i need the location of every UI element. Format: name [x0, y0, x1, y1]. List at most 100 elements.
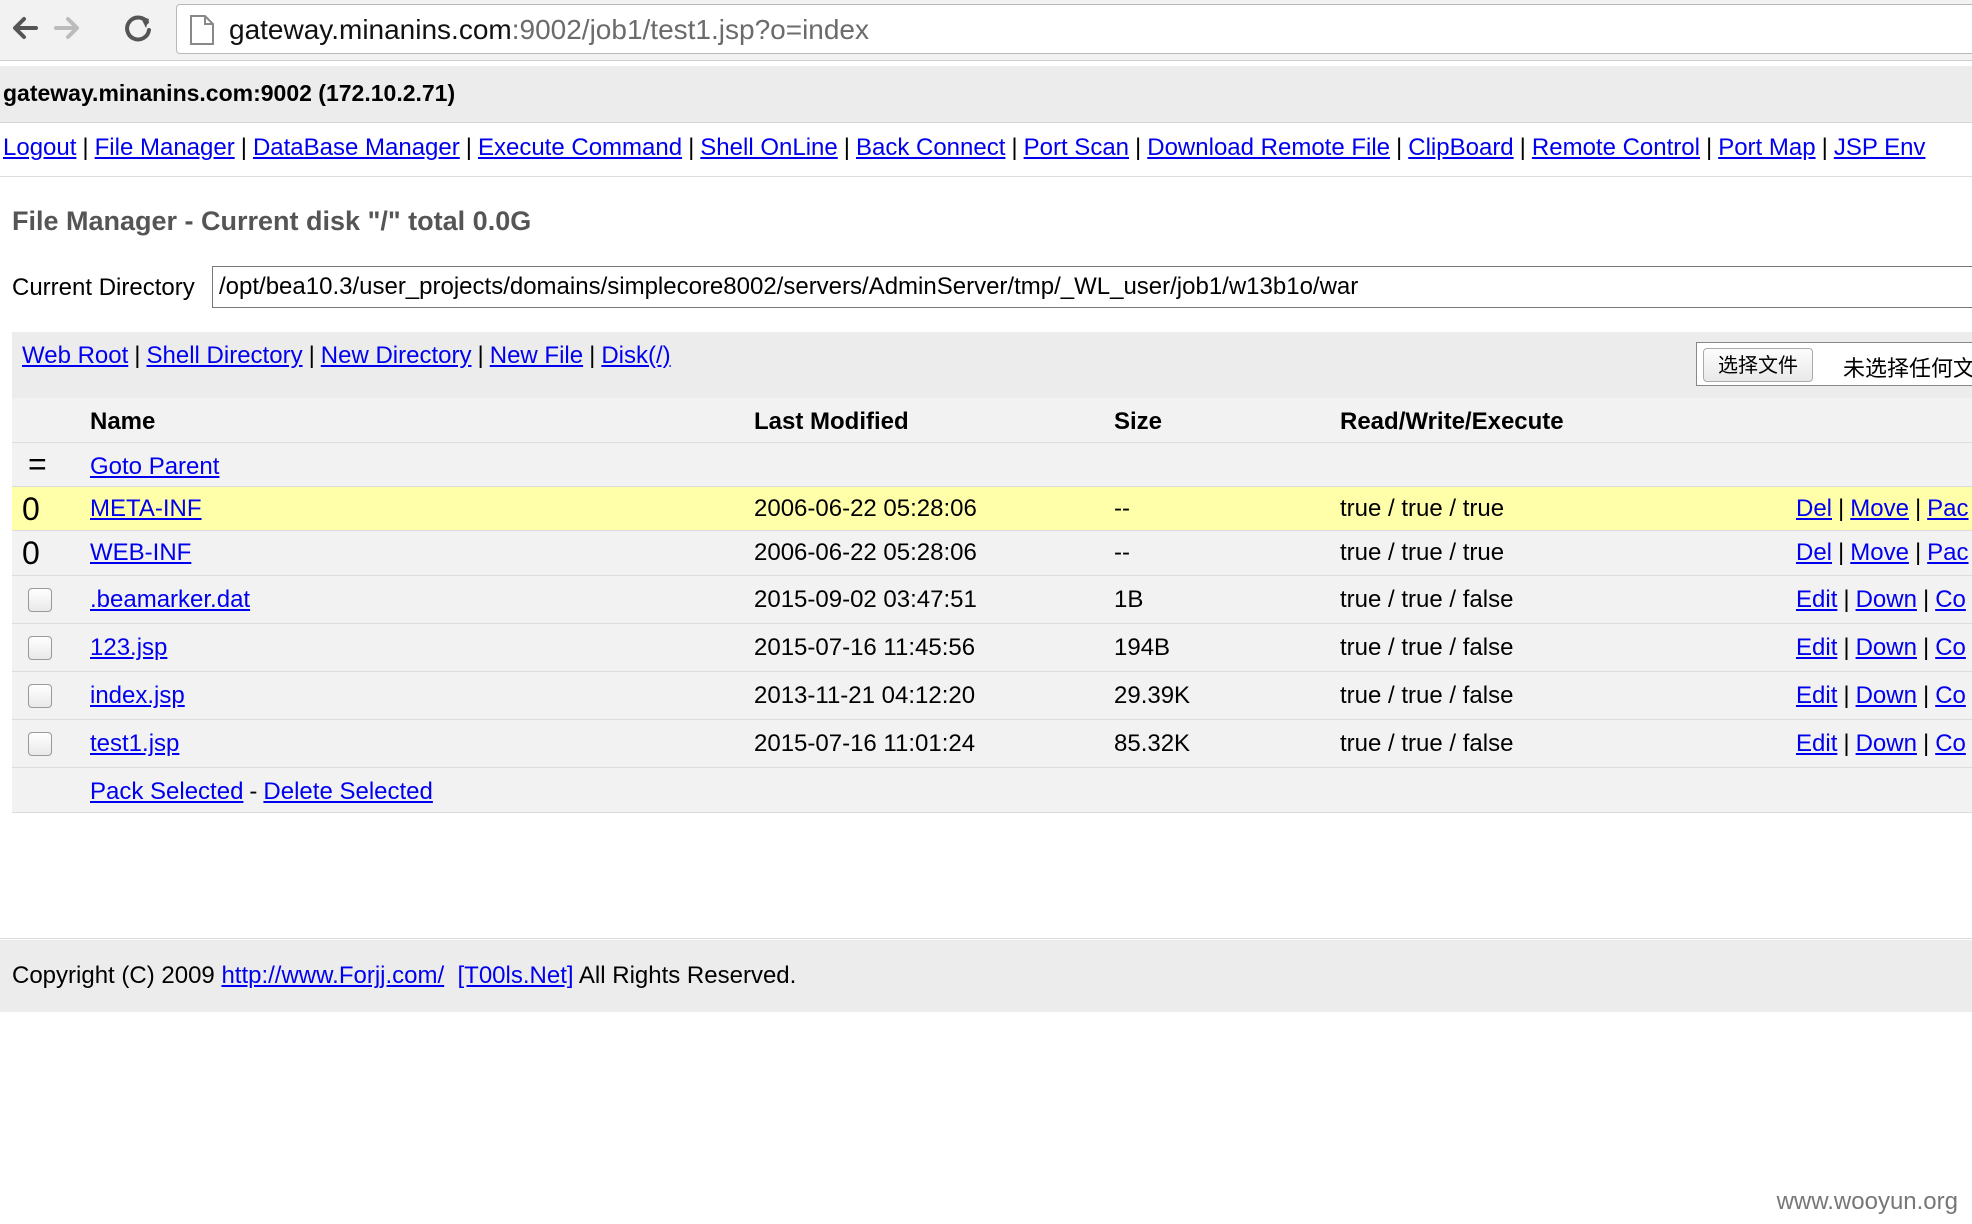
co-action-link[interactable]: Co	[1935, 634, 1966, 661]
permissions: true / true / false	[1340, 586, 1514, 613]
separator: |	[1838, 495, 1845, 522]
t00ls-link[interactable]: [T00ls.Net]	[458, 962, 574, 989]
menu-shell-online-link[interactable]: Shell OnLine	[700, 134, 837, 161]
host-info-bar: gateway.minanins.com:9002 (172.10.2.71)	[0, 66, 1972, 123]
down-action-link[interactable]: Down	[1856, 682, 1917, 709]
pack-selected-link[interactable]: Pack Selected	[90, 778, 243, 805]
pac-action-link[interactable]: Pac	[1927, 495, 1968, 522]
separator: |	[843, 134, 850, 161]
separator: |	[1922, 586, 1930, 613]
menu-logout-link[interactable]: Logout	[3, 134, 76, 161]
footer: Copyright (C) 2009 http://www.Forjj.com/…	[0, 940, 1972, 1012]
row-actions: Del | Move | Pac	[1796, 539, 1969, 567]
file-name-link[interactable]: index.jsp	[90, 682, 185, 710]
disk-link[interactable]: Disk(/)	[601, 342, 670, 369]
current-directory-input[interactable]	[212, 266, 1972, 308]
del-action-link[interactable]: Del	[1796, 539, 1832, 566]
menu-database-manager-link[interactable]: DataBase Manager	[253, 134, 460, 161]
web-root-link[interactable]: Web Root	[22, 342, 128, 369]
co-action-link[interactable]: Co	[1935, 730, 1966, 757]
upload-file-picker[interactable]: 选择文件 未选择任何文	[1696, 342, 1972, 386]
pac-action-link[interactable]: Pac	[1927, 539, 1968, 566]
new-directory-link[interactable]: New Directory	[321, 342, 472, 369]
table-row: 123.jsp 2015-07-16 11:45:56 194B true / tru…	[12, 624, 1972, 672]
permissions: true / true / true	[1340, 539, 1505, 566]
file-size: 29.39K	[1114, 682, 1191, 709]
co-action-link[interactable]: Co	[1935, 586, 1966, 613]
last-modified: 2006-06-22 05:28:06	[754, 495, 977, 522]
last-modified: 2015-09-02 03:47:51	[754, 586, 977, 613]
separator: |	[1922, 682, 1930, 709]
forward-arrow-icon[interactable]	[46, 8, 86, 48]
folder-indicator: 0	[22, 535, 40, 571]
file-name-link[interactable]: META-INF	[90, 495, 202, 523]
menu-port-scan-link[interactable]: Port Scan	[1024, 134, 1129, 161]
move-action-link[interactable]: Move	[1850, 495, 1909, 522]
bulk-actions: Pack Selected - Delete Selected	[90, 778, 433, 806]
file-name-link[interactable]: WEB-INF	[90, 539, 191, 567]
table-row: .beamarker.dat 2015-09-02 03:47:51 1B true …	[12, 576, 1972, 624]
select-checkbox[interactable]	[28, 732, 52, 756]
row-actions: Edit | Down | Co	[1796, 634, 1966, 662]
address-text[interactable]: gateway.minanins.com:9002/job1/test1.jsp…	[229, 15, 869, 45]
file-name-link[interactable]: .beamarker.dat	[90, 586, 250, 614]
copyright-text: Copyright (C) 2009	[12, 962, 215, 989]
menu-remote-control-link[interactable]: Remote Control	[1532, 134, 1700, 161]
table-row: 0 WEB-INF 2006-06-22 05:28:06 -- true / true…	[12, 531, 1972, 576]
page-icon	[189, 15, 215, 45]
down-action-link[interactable]: Down	[1856, 634, 1917, 661]
table-row: test1.jsp 2015-07-16 11:01:24 85.32K true /…	[12, 720, 1972, 768]
address-bar[interactable]: gateway.minanins.com:9002/job1/test1.jsp…	[176, 4, 1972, 54]
down-action-link[interactable]: Down	[1856, 730, 1917, 757]
permissions: true / true / false	[1340, 634, 1514, 661]
move-action-link[interactable]: Move	[1850, 539, 1909, 566]
separator: |	[1922, 730, 1930, 757]
file-size: 194B	[1114, 634, 1171, 661]
separator: |	[82, 134, 89, 161]
back-arrow-icon[interactable]	[6, 8, 46, 48]
file-size: 1B	[1114, 586, 1144, 613]
edit-action-link[interactable]: Edit	[1796, 634, 1837, 661]
edit-action-link[interactable]: Edit	[1796, 586, 1837, 613]
menu-port-map-link[interactable]: Port Map	[1718, 134, 1815, 161]
menu-jsp-env-link[interactable]: JSP Env	[1834, 134, 1926, 161]
file-name-link[interactable]: 123.jsp	[90, 634, 167, 662]
separator: |	[1705, 134, 1713, 161]
goto-parent-link[interactable]: Goto Parent	[90, 453, 219, 481]
shell-directory-link[interactable]: Shell Directory	[147, 342, 303, 369]
url-host: gateway.minanins.com	[229, 14, 512, 45]
choose-file-button[interactable]: 选择文件	[1703, 348, 1813, 382]
forjj-link[interactable]: http://www.Forjj.com/	[221, 962, 444, 989]
edit-action-link[interactable]: Edit	[1796, 730, 1837, 757]
separator: |	[688, 134, 695, 161]
select-checkbox[interactable]	[28, 684, 52, 708]
table-row: 0 META-INF 2006-06-22 05:28:06 -- true / tru…	[12, 487, 1972, 531]
down-action-link[interactable]: Down	[1856, 586, 1917, 613]
edit-action-link[interactable]: Edit	[1796, 682, 1837, 709]
separator: |	[240, 134, 247, 161]
delete-selected-link[interactable]: Delete Selected	[263, 778, 432, 805]
menu-back-connect-link[interactable]: Back Connect	[856, 134, 1005, 161]
header-name: Name	[90, 408, 156, 435]
file-toolbar: Web Root | Shell Directory | New Directory | N…	[12, 332, 1972, 398]
separator: |	[477, 342, 484, 369]
new-file-link[interactable]: New File	[490, 342, 583, 369]
reload-icon[interactable]	[118, 8, 158, 48]
select-checkbox[interactable]	[28, 588, 52, 612]
url-path: :9002/job1/test1.jsp?o=index	[511, 14, 870, 45]
menu-file-manager-link[interactable]: File Manager	[95, 134, 235, 161]
select-checkbox[interactable]	[28, 636, 52, 660]
last-modified: 2006-06-22 05:28:06	[754, 539, 977, 566]
last-modified: 2015-07-16 11:45:56	[754, 634, 976, 661]
separator: |	[1821, 134, 1828, 161]
file-name-link[interactable]: test1.jsp	[90, 730, 179, 758]
separator: |	[1922, 634, 1930, 661]
separator: |	[465, 134, 472, 161]
menu-execute-command-link[interactable]: Execute Command	[478, 134, 682, 161]
row-actions: Del | Move | Pac	[1796, 495, 1969, 523]
watermark: www.wooyun.org	[1776, 1188, 1958, 1215]
menu-clipboard-link[interactable]: ClipBoard	[1408, 134, 1513, 161]
del-action-link[interactable]: Del	[1796, 495, 1832, 522]
co-action-link[interactable]: Co	[1935, 682, 1966, 709]
menu-download-remote-file-link[interactable]: Download Remote File	[1147, 134, 1390, 161]
